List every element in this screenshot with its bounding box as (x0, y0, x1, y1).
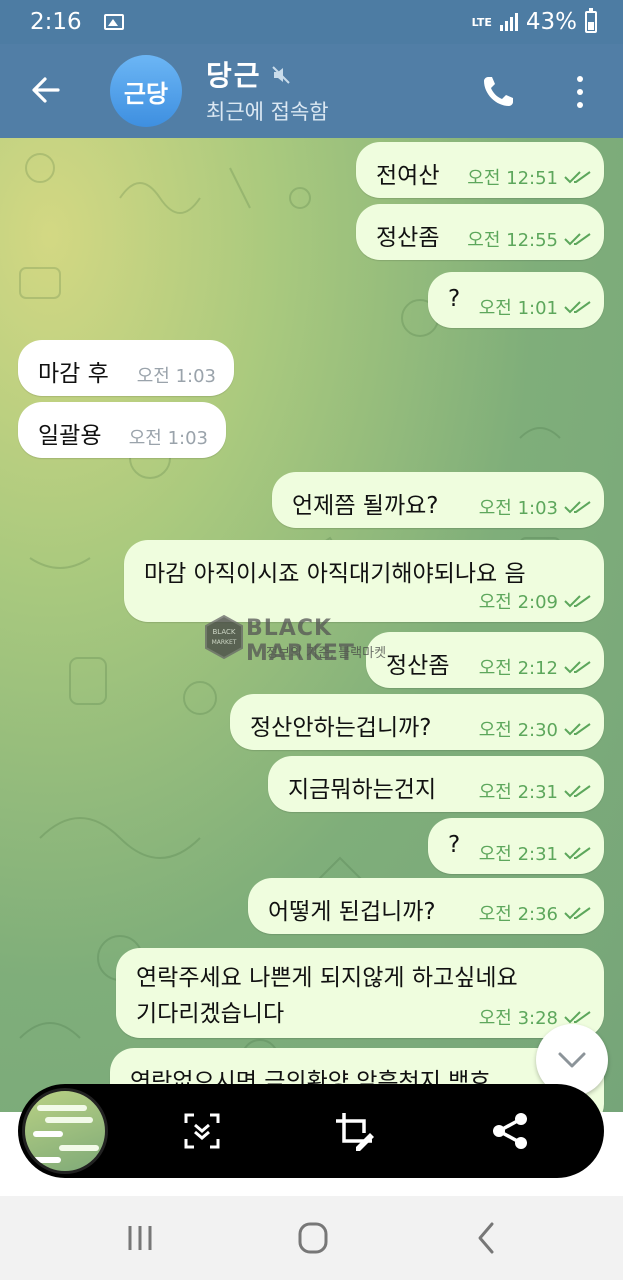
message-text: 연락주세요 나쁜게 되지않게 하고싶네요 (136, 965, 518, 991)
contact-name[interactable]: 당근 (206, 54, 262, 94)
message-bubble-outgoing[interactable]: ? 오전 2:31 (428, 818, 604, 874)
network-type: LTE (471, 15, 492, 29)
double-check-icon (564, 907, 591, 920)
message-text: 전여산 (376, 163, 440, 189)
screenshot-thumbnail[interactable] (22, 1088, 108, 1174)
svg-text:MARKET: MARKET (212, 639, 237, 646)
watermark: BLACK MARKET BLACK MARKET 정보의 기준, 블랙마켓 (204, 614, 444, 666)
double-check-icon (564, 595, 591, 608)
double-check-icon (564, 847, 591, 860)
arrow-left-icon[interactable] (30, 74, 62, 106)
message-time: 오전 2:30 (478, 720, 558, 741)
message-time: 오전 1:03 (478, 498, 558, 519)
system-navigation-bar (0, 1196, 623, 1280)
message-time: 오전 2:09 (478, 592, 558, 613)
double-check-icon (564, 301, 591, 314)
battery-percent: 43% (525, 9, 577, 35)
double-check-icon (564, 723, 591, 736)
muted-speaker-icon (272, 66, 290, 84)
message-time: 오전 2:31 (478, 782, 558, 803)
battery-icon (585, 8, 597, 33)
contact-last-seen: 최근에 접속함 (206, 100, 329, 124)
kebab-menu-icon[interactable] (570, 72, 590, 112)
message-bubble-incoming[interactable]: 마감 후 오전 1:03 (18, 340, 234, 396)
message-time: 오전 12:51 (467, 168, 558, 189)
message-bubble-outgoing[interactable]: 연락주세요 나쁜게 되지않게 하고싶네요 기다리겠습니다 오전 3:28 (116, 948, 604, 1038)
double-check-icon (564, 233, 591, 246)
message-text: ? (448, 286, 461, 312)
message-time: 오전 2:31 (478, 844, 558, 865)
black-market-logo: BLACK MARKET (205, 614, 243, 660)
message-bubble-outgoing[interactable]: ? 오전 1:01 (428, 272, 604, 328)
message-bubble-outgoing[interactable]: 마감 아직이시죠 아직대기해야되나요 음 오전 2:09 (124, 540, 604, 622)
double-check-icon (564, 785, 591, 798)
watermark-subtitle: 정보의 기준, 블랙마켓 (266, 646, 387, 661)
message-text-line2: 기다리겠습니다 (136, 1001, 285, 1027)
message-bubble-outgoing[interactable]: 정산안하는겁니까? 오전 2:30 (230, 694, 604, 750)
message-text: 마감 후 (38, 361, 109, 387)
message-bubble-outgoing[interactable]: 어떻게 된겁니까? 오전 2:36 (248, 878, 604, 934)
message-time: 오전 12:55 (467, 230, 558, 251)
message-time: 오전 1:01 (478, 298, 558, 319)
back-nav-icon[interactable] (468, 1220, 508, 1256)
message-text: 어떻게 된겁니까? (268, 899, 436, 925)
message-time: 오전 3:28 (478, 1008, 558, 1029)
message-text: 지금뭐하는건지 (288, 777, 437, 803)
message-text: ? (448, 832, 461, 858)
double-check-icon (564, 501, 591, 514)
share-icon[interactable] (490, 1111, 530, 1151)
logo-text: BLACK (212, 628, 235, 636)
message-text: 정산안하는겁니까? (250, 715, 432, 741)
message-text: 일괄용 (38, 423, 102, 449)
status-time: 2:16 (30, 9, 82, 35)
message-time: 오전 2:12 (478, 658, 558, 679)
message-bubble-outgoing[interactable]: 언제쯤 될까요? 오전 1:03 (272, 472, 604, 528)
message-bubble-outgoing[interactable]: 정산좀 오전 12:55 (356, 204, 604, 260)
chevron-down-icon (558, 1052, 586, 1068)
message-text: 언제쯤 될까요? (292, 493, 439, 519)
crop-edit-icon[interactable] (334, 1111, 374, 1151)
double-check-icon (564, 171, 591, 184)
screenshot-toolbar (18, 1084, 604, 1178)
phone-icon[interactable] (480, 74, 516, 110)
message-text: 정산좀 (376, 225, 440, 251)
double-check-icon (564, 661, 591, 674)
message-time: 오전 1:03 (136, 366, 216, 387)
message-bubble-outgoing[interactable]: 전여산 오전 12:51 (356, 142, 604, 198)
signal-icon (499, 13, 518, 31)
message-bubble-outgoing[interactable]: 지금뭐하는건지 오전 2:31 (268, 756, 604, 812)
message-time: 오전 1:03 (128, 428, 208, 449)
recent-apps-icon[interactable] (120, 1220, 160, 1256)
message-bubble-incoming[interactable]: 일괄용 오전 1:03 (18, 402, 226, 458)
avatar[interactable]: 근당 (110, 55, 182, 127)
message-time: 오전 2:36 (478, 904, 558, 925)
message-text: 마감 아직이시죠 아직대기해야되나요 음 (144, 561, 526, 587)
gallery-notification-icon (103, 14, 124, 30)
status-bar: 2:16 LTE 43% (0, 0, 623, 44)
message-list[interactable]: 전여산 오전 12:51 정산좀 오전 12:55 ? 오전 1:01 마감 후… (0, 138, 623, 1112)
scroll-capture-icon[interactable] (182, 1111, 222, 1151)
home-icon[interactable] (292, 1220, 332, 1256)
double-check-icon (564, 1011, 591, 1024)
chat-header: 근당 당근 최근에 접속함 (0, 44, 623, 138)
